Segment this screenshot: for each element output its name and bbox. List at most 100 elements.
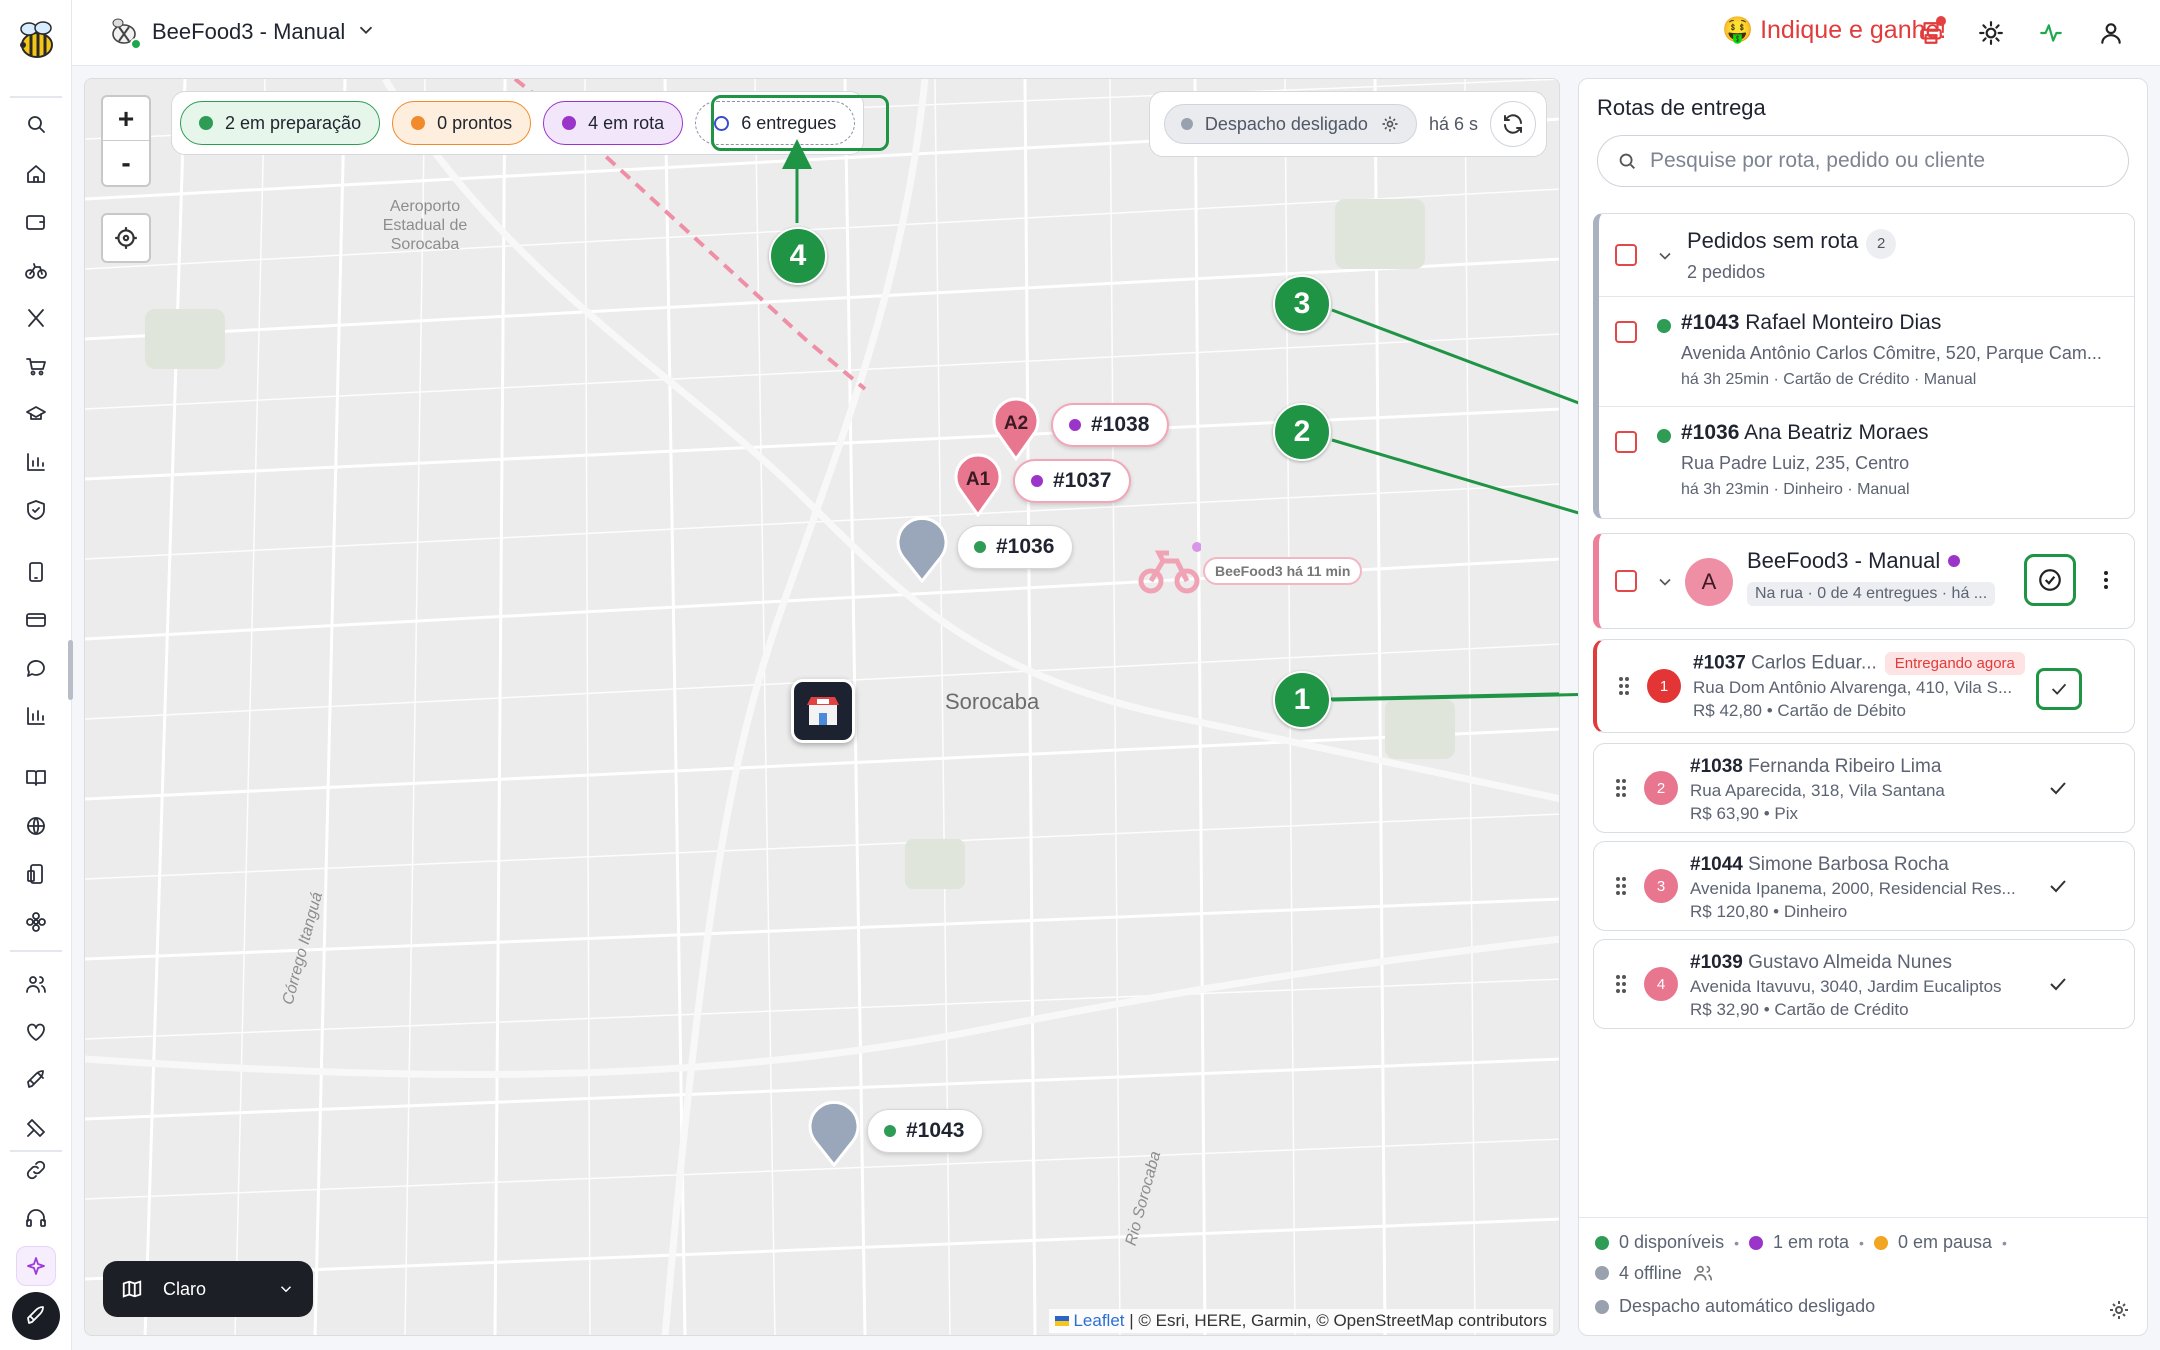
stop-number: 4 — [1644, 967, 1678, 1001]
drag-handle-icon[interactable] — [1614, 973, 1628, 995]
stop-address: Avenida Itavuvu, 3040, Jardim Eucaliptos — [1690, 977, 2002, 996]
route-card[interactable]: A BeeFood3 - Manual Na rua · 0 de 4 entr… — [1593, 533, 2135, 629]
status-dot — [1595, 1266, 1609, 1280]
status-dot — [1657, 319, 1671, 333]
status-dot — [1595, 1299, 1609, 1314]
tools-icon[interactable] — [16, 1108, 56, 1148]
stop-meta: R$ 63,90 • Pix — [1690, 804, 1799, 823]
bee-logo-icon[interactable] — [10, 14, 62, 66]
check-icon[interactable] — [2046, 874, 2070, 898]
bicycle-icon[interactable] — [16, 250, 56, 290]
select-order-checkbox[interactable] — [1615, 321, 1637, 343]
status-dot — [1948, 555, 1961, 567]
complete-route-button[interactable] — [2024, 554, 2076, 606]
auto-dispatch-status: Despacho automático desligado — [1619, 1296, 1876, 1316]
side-rail — [0, 0, 73, 1350]
drag-handle-icon[interactable] — [1617, 675, 1631, 697]
paused-count: 0 em pausa — [1897, 1232, 1992, 1252]
route-stop-2[interactable]: 2 #1038 Fernanda Ribeiro Lima Rua Aparec… — [1593, 743, 2135, 833]
route-status: Na rua · 0 de 4 entregues · há ... — [1747, 582, 1996, 606]
analytics-icon[interactable] — [16, 696, 56, 736]
top-bar: BeeFood3 - Manual 🤑 Indique e ganhe! — [72, 0, 2160, 66]
separator: • — [1734, 1234, 1739, 1251]
stop-address: Avenida Ipanema, 2000, Residencial Res..… — [1690, 879, 2016, 898]
leaflet-link[interactable]: Leaflet — [1073, 1311, 1124, 1330]
attribution-text: | © Esri, HERE, Garmin, © OpenStreetMap … — [1124, 1311, 1547, 1330]
graduation-icon[interactable] — [16, 394, 56, 434]
check-icon[interactable] — [2046, 972, 2070, 996]
customer-name: Rafael Monteiro Dias — [1745, 311, 1942, 334]
status-dot — [1657, 429, 1671, 443]
order-row-1036[interactable]: #1036 Ana Beatriz Moraes Rua Padre Luiz,… — [1599, 406, 2134, 518]
search-icon[interactable] — [16, 104, 56, 144]
bar-chart-icon[interactable] — [16, 442, 56, 482]
mark-delivered-button[interactable] — [2036, 668, 2082, 710]
devices-icon[interactable] — [16, 854, 56, 894]
referral-link[interactable]: 🤑 Indique e ganhe! — [1722, 16, 1946, 45]
check-circle-icon — [2039, 569, 2061, 591]
utensils-icon[interactable] — [16, 298, 56, 338]
store-selector[interactable]: BeeFood3 - Manual — [106, 14, 377, 50]
theme-label: Claro — [163, 1278, 207, 1299]
printer-icon[interactable] — [1914, 16, 1948, 50]
order-meta: há 3h 25min · Cartão de Crédito · Manual — [1681, 371, 1977, 388]
courier-avatar: A — [1685, 558, 1733, 606]
map-icon — [122, 1280, 142, 1298]
order-address: Rua Padre Luiz, 235, Centro — [1681, 453, 1910, 473]
sun-icon[interactable] — [1974, 16, 2008, 50]
step-marker-1: 1 — [1273, 671, 1331, 729]
offline-count: 4 offline — [1619, 1262, 1682, 1283]
credit-card-icon[interactable] — [16, 600, 56, 640]
shield-icon[interactable] — [16, 490, 56, 530]
group-title: Pedidos sem rota — [1687, 228, 1859, 253]
map-theme-switch[interactable]: Claro — [103, 1261, 313, 1317]
drag-handle-icon[interactable] — [1614, 777, 1628, 799]
order-row-1043[interactable]: #1043 Rafael Monteiro Dias Avenida Antôn… — [1599, 296, 2134, 406]
flower-icon[interactable] — [16, 902, 56, 942]
delivery-map[interactable]: Aeroporto Estadual de Sorocaba Sorocaba … — [84, 78, 1560, 1336]
link-icon[interactable] — [16, 1150, 56, 1190]
route-stop-1[interactable]: 1 #1037 Carlos Eduar... Entregando agora … — [1593, 639, 2135, 733]
chevron-down-icon[interactable] — [1655, 246, 1675, 266]
select-order-checkbox[interactable] — [1615, 431, 1637, 453]
route-search-input[interactable] — [1650, 149, 2110, 173]
rocket-icon[interactable] — [16, 1060, 56, 1100]
headset-icon[interactable] — [16, 1198, 56, 1238]
chevron-down-icon — [280, 1286, 292, 1293]
more-vertical-icon[interactable] — [2094, 568, 2118, 592]
order-id: #1043 — [1681, 311, 1740, 334]
select-group-checkbox[interactable] — [1615, 244, 1637, 266]
unrouted-orders-group: Pedidos sem rota 2 2 pedidos #1043 Rafael… — [1593, 213, 2135, 519]
user-icon[interactable] — [2094, 16, 2128, 50]
activity-icon[interactable] — [2034, 16, 2068, 50]
select-route-checkbox[interactable] — [1615, 570, 1637, 592]
search-icon — [1619, 153, 1635, 169]
order-address: Avenida Antônio Carlos Cômitre, 520, Par… — [1681, 343, 2102, 363]
home-icon[interactable] — [16, 154, 56, 194]
cart-icon[interactable] — [16, 346, 56, 386]
globe-icon[interactable] — [16, 806, 56, 846]
users-icon[interactable] — [16, 964, 56, 1004]
order-meta: há 3h 23min · Dinheiro · Manual — [1681, 481, 1910, 498]
book-icon[interactable] — [16, 758, 56, 798]
rail-scrollbar[interactable] — [68, 640, 73, 700]
gear-icon[interactable] — [2107, 1298, 2131, 1322]
tablet-icon[interactable] — [16, 552, 56, 592]
wallet-icon[interactable] — [16, 202, 56, 242]
route-search[interactable] — [1597, 135, 2129, 187]
route-stop-4[interactable]: 4 #1039 Gustavo Almeida Nunes Avenida It… — [1593, 939, 2135, 1029]
check-icon[interactable] — [2046, 776, 2070, 800]
chevron-down-icon[interactable] — [1655, 572, 1675, 592]
sparkle-ai-icon[interactable] — [16, 1246, 56, 1286]
check-icon — [2051, 683, 2067, 695]
chat-icon[interactable] — [16, 648, 56, 688]
customer-name: Fernanda Ribeiro Lima — [1748, 756, 1942, 777]
rocket-launch-icon[interactable] — [12, 1292, 60, 1340]
drag-handle-icon[interactable] — [1614, 875, 1628, 897]
separator: • — [1859, 1234, 1864, 1251]
map-attribution: Leaflet | © Esri, HERE, Garmin, © OpenSt… — [1049, 1309, 1553, 1333]
route-stop-3[interactable]: 3 #1044 Simone Barbosa Rocha Avenida Ipa… — [1593, 841, 2135, 931]
unrouted-header[interactable]: Pedidos sem rota 2 2 pedidos — [1599, 214, 2134, 296]
heart-icon[interactable] — [16, 1012, 56, 1052]
users-icon[interactable] — [1692, 1262, 1714, 1284]
